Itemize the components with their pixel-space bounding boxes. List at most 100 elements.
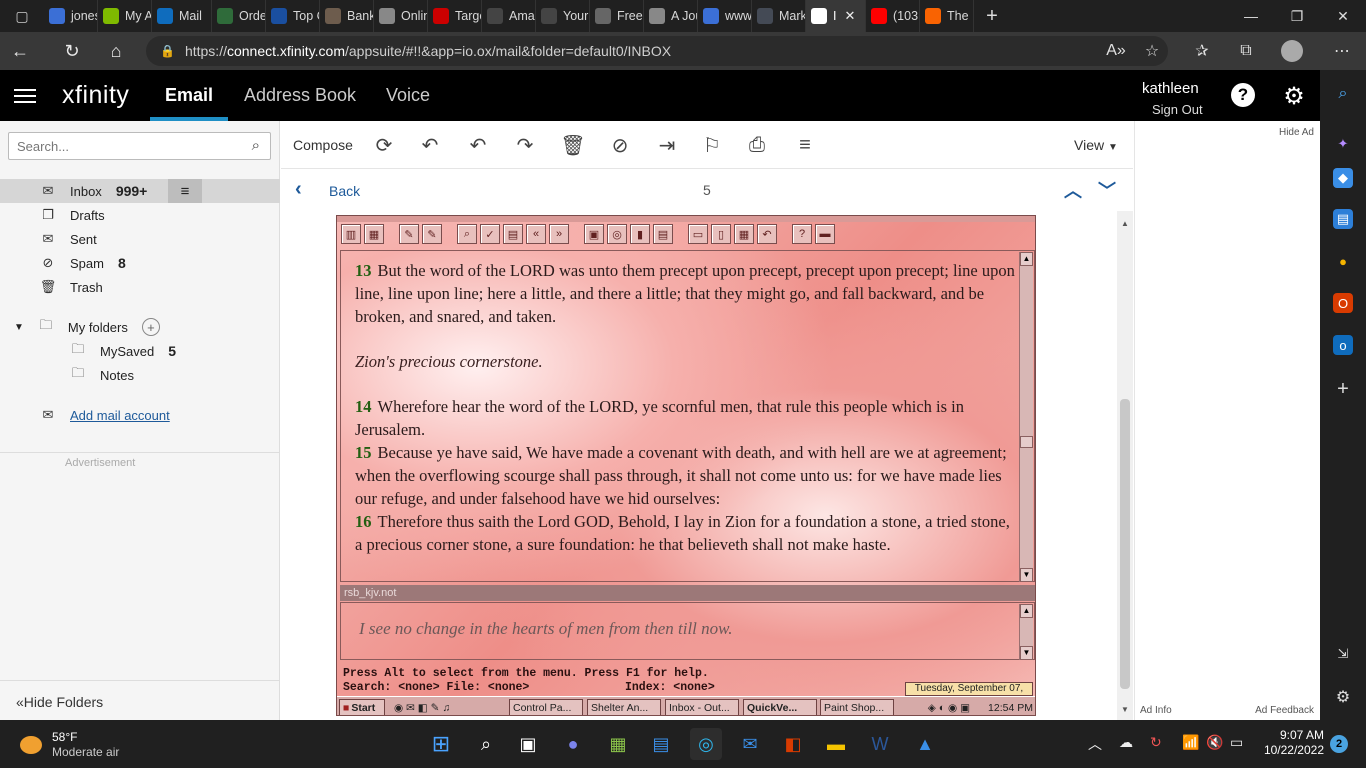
browser-tab[interactable]: www. xyxy=(698,0,752,32)
chevron-down-icon[interactable]: ▼ xyxy=(14,322,24,333)
folder-drafts[interactable]: ❐ Drafts xyxy=(40,203,105,227)
scroll-thumb[interactable] xyxy=(1120,399,1130,689)
weather-widget[interactable]: 58°F Moderate air xyxy=(20,730,119,760)
refresh-icon[interactable]: ⟳ xyxy=(370,132,398,158)
old-toolbar-icon[interactable]: ✎ xyxy=(422,224,442,244)
nav-email[interactable]: Email xyxy=(150,70,229,121)
old-task-button[interactable]: Control Pa... xyxy=(509,699,583,715)
restore-icon[interactable]: ❐ xyxy=(1274,0,1320,32)
refresh-icon[interactable]: ↻ xyxy=(52,32,92,70)
tab-actions-icon[interactable]: ▢ xyxy=(0,0,44,32)
hamburger-menu-icon[interactable] xyxy=(14,86,36,104)
scroll-down-icon[interactable]: ▼ xyxy=(1020,568,1033,582)
browser-tab[interactable]: Mail xyxy=(152,0,212,32)
browser-tab[interactable]: Mark xyxy=(752,0,806,32)
browser-tab[interactable]: Free xyxy=(590,0,644,32)
sign-out-link[interactable]: Sign Out xyxy=(1152,102,1203,117)
previous-message-icon[interactable]: ︿ xyxy=(1064,177,1082,203)
chevron-left-icon[interactable]: ‹ xyxy=(295,178,302,201)
nav-voice[interactable]: Voice xyxy=(386,70,430,121)
back-nav-icon[interactable]: ← xyxy=(0,32,40,70)
browser-tab[interactable]: (103 xyxy=(866,0,920,32)
help-icon[interactable]: ? xyxy=(1231,83,1255,107)
photos-icon[interactable]: ▦ xyxy=(602,728,634,760)
forward-icon[interactable]: ↷ xyxy=(511,132,539,158)
browser-tab[interactable]: Ama xyxy=(482,0,536,32)
scroll-up-icon[interactable]: ▲ xyxy=(1020,252,1033,266)
games-icon[interactable]: ● xyxy=(1333,251,1353,271)
read-aloud-icon[interactable]: A» xyxy=(1096,32,1136,70)
search-icon[interactable]: ⌕ xyxy=(470,728,502,760)
my-folders-toggle[interactable]: ▼ 🗀 My folders + xyxy=(14,315,160,339)
search-input[interactable]: Search... ⌕ xyxy=(8,132,271,160)
scroll-thumb[interactable] xyxy=(1020,436,1033,448)
old-task-button[interactable]: Inbox - Out... xyxy=(665,699,739,715)
edge-icon[interactable]: ◎ xyxy=(690,728,722,760)
browser-tab[interactable]: Your xyxy=(536,0,590,32)
favorites-icon[interactable]: ✰ xyxy=(1182,32,1222,70)
old-toolbar-icon[interactable]: » xyxy=(549,224,569,244)
old-toolbar-icon[interactable]: ▤ xyxy=(503,224,523,244)
compose-button[interactable]: Compose xyxy=(293,137,353,153)
old-toolbar-icon[interactable]: « xyxy=(526,224,546,244)
word-icon[interactable]: W xyxy=(864,728,896,760)
old-toolbar-icon[interactable]: ▬ xyxy=(815,224,835,244)
settings-gear-icon[interactable]: ⚙ xyxy=(1281,83,1307,110)
add-sidebar-icon[interactable]: + xyxy=(1333,378,1353,400)
add-folder-icon[interactable]: + xyxy=(141,318,160,336)
start-button[interactable]: ■ Start xyxy=(339,699,385,715)
old-toolbar-icon[interactable]: ✓ xyxy=(480,224,500,244)
back-button[interactable]: Back xyxy=(329,183,360,199)
spam-icon[interactable]: ⊘ xyxy=(606,132,634,158)
office-icon[interactable]: ◧ xyxy=(777,728,809,760)
url-field[interactable]: 🔒 https://connect.xfinity.com/appsuite/#… xyxy=(146,36,1168,66)
onedrive-icon[interactable]: ☁ xyxy=(1119,734,1133,751)
wifi-icon[interactable]: 📶 xyxy=(1182,734,1199,751)
folder-inbox[interactable]: ✉ Inbox 999+ xyxy=(40,179,148,203)
scroll-down-icon[interactable]: ▼ xyxy=(1020,646,1033,660)
browser-tab[interactable]: The I xyxy=(920,0,974,32)
browser-tab[interactable]: I ✕ xyxy=(806,0,866,32)
browser-tab[interactable]: Top C xyxy=(266,0,320,32)
move-icon[interactable]: ⇥ xyxy=(653,132,681,158)
view-dropdown[interactable]: View ▼ xyxy=(1074,137,1118,153)
add-mail-account[interactable]: ✉ Add mail account xyxy=(40,403,170,427)
chat-icon[interactable]: ● xyxy=(557,728,589,760)
old-task-button[interactable]: QuickVe... xyxy=(743,699,817,715)
notification-badge[interactable]: 2 xyxy=(1330,735,1348,753)
old-task-button[interactable]: Paint Shop... xyxy=(820,699,894,715)
reply-icon[interactable]: ↶ xyxy=(416,132,444,158)
add-favorite-icon[interactable]: ☆ xyxy=(1132,32,1172,70)
more-actions-icon[interactable]: ≡ xyxy=(791,132,819,158)
sidebar-settings-icon[interactable]: ⚙ xyxy=(1333,687,1353,707)
shopping-icon[interactable]: ◆ xyxy=(1333,168,1353,188)
task-view-icon[interactable]: ▣ xyxy=(512,728,544,760)
old-toolbar-icon[interactable]: ? xyxy=(792,224,812,244)
old-toolbar-icon[interactable]: ✎ xyxy=(399,224,419,244)
file-explorer-icon[interactable]: ▬ xyxy=(820,728,852,760)
hide-folders-button[interactable]: «Hide Folders xyxy=(16,694,103,710)
show-hidden-icons[interactable]: ︿ xyxy=(1088,734,1102,754)
sidebar-toggle-icon[interactable]: ⇲ xyxy=(1333,644,1353,664)
store-icon[interactable]: ▤ xyxy=(645,728,677,760)
battery-icon[interactable]: ▭ xyxy=(1230,734,1243,751)
old-toolbar-icon[interactable]: ◎ xyxy=(607,224,627,244)
old-toolbar-icon[interactable]: ▤ xyxy=(653,224,673,244)
ad-info-link[interactable]: Ad Info xyxy=(1140,705,1172,716)
scroll-down-icon[interactable]: ▼ xyxy=(1121,705,1129,714)
old-toolbar-icon[interactable]: ↶ xyxy=(757,224,777,244)
message-scrollbar[interactable]: ▲ ▼ xyxy=(1117,211,1133,720)
reply-all-icon[interactable]: ↶ xyxy=(464,132,492,158)
browser-tab[interactable]: jones xyxy=(44,0,98,32)
browser-tab[interactable]: A Jou xyxy=(644,0,698,32)
minimize-icon[interactable]: — xyxy=(1228,0,1274,32)
profile-icon[interactable] xyxy=(1272,32,1312,70)
ad-feedback-link[interactable]: Ad Feedback xyxy=(1255,705,1314,716)
outlook-icon[interactable]: o xyxy=(1333,335,1353,355)
verse-scrollbar[interactable]: ▲ ▼ xyxy=(1019,252,1033,582)
bookmark-icon[interactable]: ⚐ xyxy=(698,132,726,158)
notes-scrollbar[interactable]: ▲ ▼ xyxy=(1019,604,1033,660)
old-task-button[interactable]: Shelter An... xyxy=(587,699,661,715)
old-toolbar-icon[interactable]: ▯ xyxy=(711,224,731,244)
home-icon[interactable]: ⌂ xyxy=(96,32,136,70)
